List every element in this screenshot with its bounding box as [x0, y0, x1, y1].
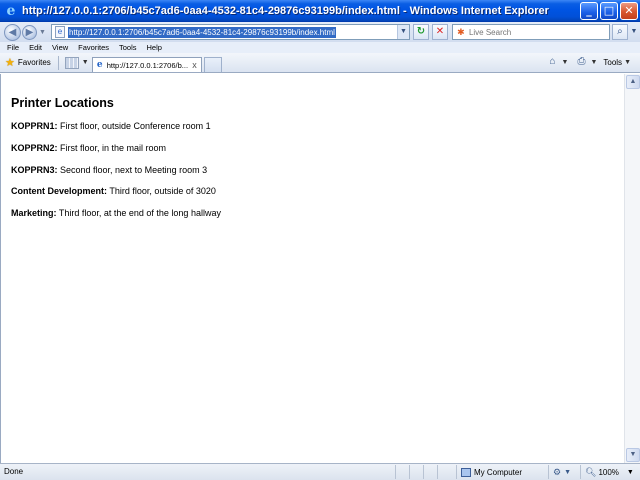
toolbar-separator	[57, 55, 59, 70]
menu-edit[interactable]: Edit	[29, 43, 42, 53]
tools-dropdown[interactable]: ▼	[624, 59, 631, 66]
location-description: Third floor, outside of 3020	[107, 186, 216, 196]
location-name: KOPPRN1:	[11, 121, 58, 131]
favorites-label: Favorites	[17, 58, 51, 67]
location-description: Second floor, next to Meeting room 3	[57, 165, 208, 175]
maximize-button[interactable]: □	[600, 2, 618, 20]
scroll-down-icon[interactable]: ▼	[626, 448, 640, 462]
menu-tools[interactable]: Tools	[119, 43, 137, 53]
search-button[interactable]: ⌕	[611, 24, 628, 40]
location-row: Marketing: Third floor, at the end of th…	[11, 208, 221, 218]
search-options-dropdown[interactable]: ▼	[629, 24, 639, 40]
home-dropdown[interactable]: ▼	[562, 59, 569, 66]
address-dropdown-icon[interactable]: ▼	[396, 25, 409, 39]
zoom-level: 100%	[598, 467, 619, 477]
location-description: Third floor, at the end of the long hall…	[56, 208, 221, 218]
location-row: KOPPRN2: First floor, in the mail room	[11, 143, 166, 153]
computer-icon	[461, 467, 471, 477]
forward-button[interactable]: ▶	[22, 24, 37, 40]
tab-label: http://127.0.0.1:2706/b...	[106, 60, 189, 70]
tab-page-icon: e	[96, 60, 103, 70]
status-panel	[395, 465, 409, 479]
menu-file[interactable]: File	[7, 43, 19, 53]
menu-favorites[interactable]: Favorites	[78, 43, 109, 53]
status-bar: Done My Computer ⚙ ▼ 🔍︎ 100% ▼	[0, 463, 640, 480]
home-icon[interactable]: ⌂	[546, 56, 560, 68]
zone-label: My Computer	[474, 467, 523, 477]
recent-pages-dropdown[interactable]: ▼	[39, 29, 46, 36]
page-content: Printer Locations KOPPRN1: First floor, …	[0, 74, 624, 463]
star-icon: ★	[5, 57, 15, 69]
favorites-button[interactable]: ★ Favorites	[5, 56, 51, 69]
location-name: Marketing:	[11, 208, 57, 218]
location-row: KOPPRN3: Second floor, next to Meeting r…	[11, 165, 207, 175]
printer-icon[interactable]: ⎙	[574, 56, 588, 68]
minimize-button[interactable]: _	[580, 2, 598, 20]
status-panel	[437, 465, 451, 479]
location-description: First floor, in the mail room	[57, 143, 167, 153]
location-name: KOPPRN2:	[11, 143, 58, 153]
command-buttons: ⌂ ▼ ⎙ ▼ Tools ▼	[546, 56, 636, 68]
browser-tab[interactable]: e http://127.0.0.1:2706/b... x	[91, 57, 202, 72]
menu-view[interactable]: View	[52, 43, 68, 53]
zoom-dropdown[interactable]: ▼	[627, 469, 634, 476]
title-bar[interactable]: e http://127.0.0.1:2706/b45c7ad6-0aa4-45…	[0, 0, 640, 22]
status-text: Done	[4, 467, 24, 476]
page-icon: e	[54, 26, 65, 38]
location-name: KOPPRN3:	[11, 165, 58, 175]
status-panels	[395, 465, 451, 479]
new-tab-button[interactable]	[203, 57, 222, 72]
status-panel	[409, 465, 423, 479]
menu-help[interactable]: Help	[147, 43, 162, 53]
refresh-button[interactable]: ↻	[412, 24, 429, 40]
tools-button[interactable]: Tools	[603, 58, 622, 67]
protected-mode-dropdown[interactable]: ▼	[564, 469, 571, 476]
command-bar: ★ Favorites ▼ e http://127.0.0.1:2706/b.…	[0, 53, 640, 73]
search-input[interactable]	[468, 27, 609, 37]
window-title: http://127.0.0.1:2706/b45c7ad6-0aa4-4532…	[22, 4, 549, 17]
print-dropdown[interactable]: ▼	[590, 59, 597, 66]
scroll-up-icon[interactable]: ▲	[626, 75, 640, 89]
status-panel	[423, 465, 437, 479]
back-button[interactable]: ◀	[4, 23, 21, 41]
close-button[interactable]: ✕	[620, 2, 638, 20]
navigation-bar: ◀ ▶ ▼ e http://127.0.0.1:2706/b45c7ad6-0…	[0, 22, 640, 42]
location-name: Content Development:	[11, 186, 108, 196]
window-controls: _ □ ✕	[580, 2, 638, 20]
page-title: Printer Locations	[11, 96, 114, 110]
location-row: KOPPRN1: First floor, outside Conference…	[11, 121, 211, 131]
security-zone[interactable]: My Computer	[456, 465, 548, 479]
ie-logo-icon: e	[6, 2, 16, 19]
live-search-icon: ✱	[457, 27, 465, 37]
search-box[interactable]: ✱	[451, 24, 610, 40]
vertical-scrollbar[interactable]: ▲ ▼	[624, 74, 640, 463]
location-description: First floor, outside Conference room 1	[57, 121, 211, 131]
menu-bar: File Edit View Favorites Tools Help	[0, 42, 640, 53]
tab-list-dropdown[interactable]: ▼	[82, 59, 89, 66]
zoom-icon: 🔍︎	[585, 466, 597, 477]
tab-close-icon[interactable]: x	[192, 60, 197, 70]
protected-mode-toggle[interactable]: ⚙ ▼	[548, 465, 578, 479]
location-row: Content Development: Third floor, outsid…	[11, 186, 216, 196]
address-field[interactable]: e http://127.0.0.1:2706/b45c7ad6-0aa4-45…	[50, 24, 410, 40]
address-url[interactable]: http://127.0.0.1:2706/b45c7ad6-0aa4-4532…	[67, 26, 336, 38]
settings-icon: ⚙	[553, 466, 562, 477]
quick-tabs-icon[interactable]	[64, 56, 79, 69]
stop-button[interactable]: ✕	[431, 24, 448, 40]
zoom-control[interactable]: 🔍︎ 100% ▼	[580, 465, 638, 479]
